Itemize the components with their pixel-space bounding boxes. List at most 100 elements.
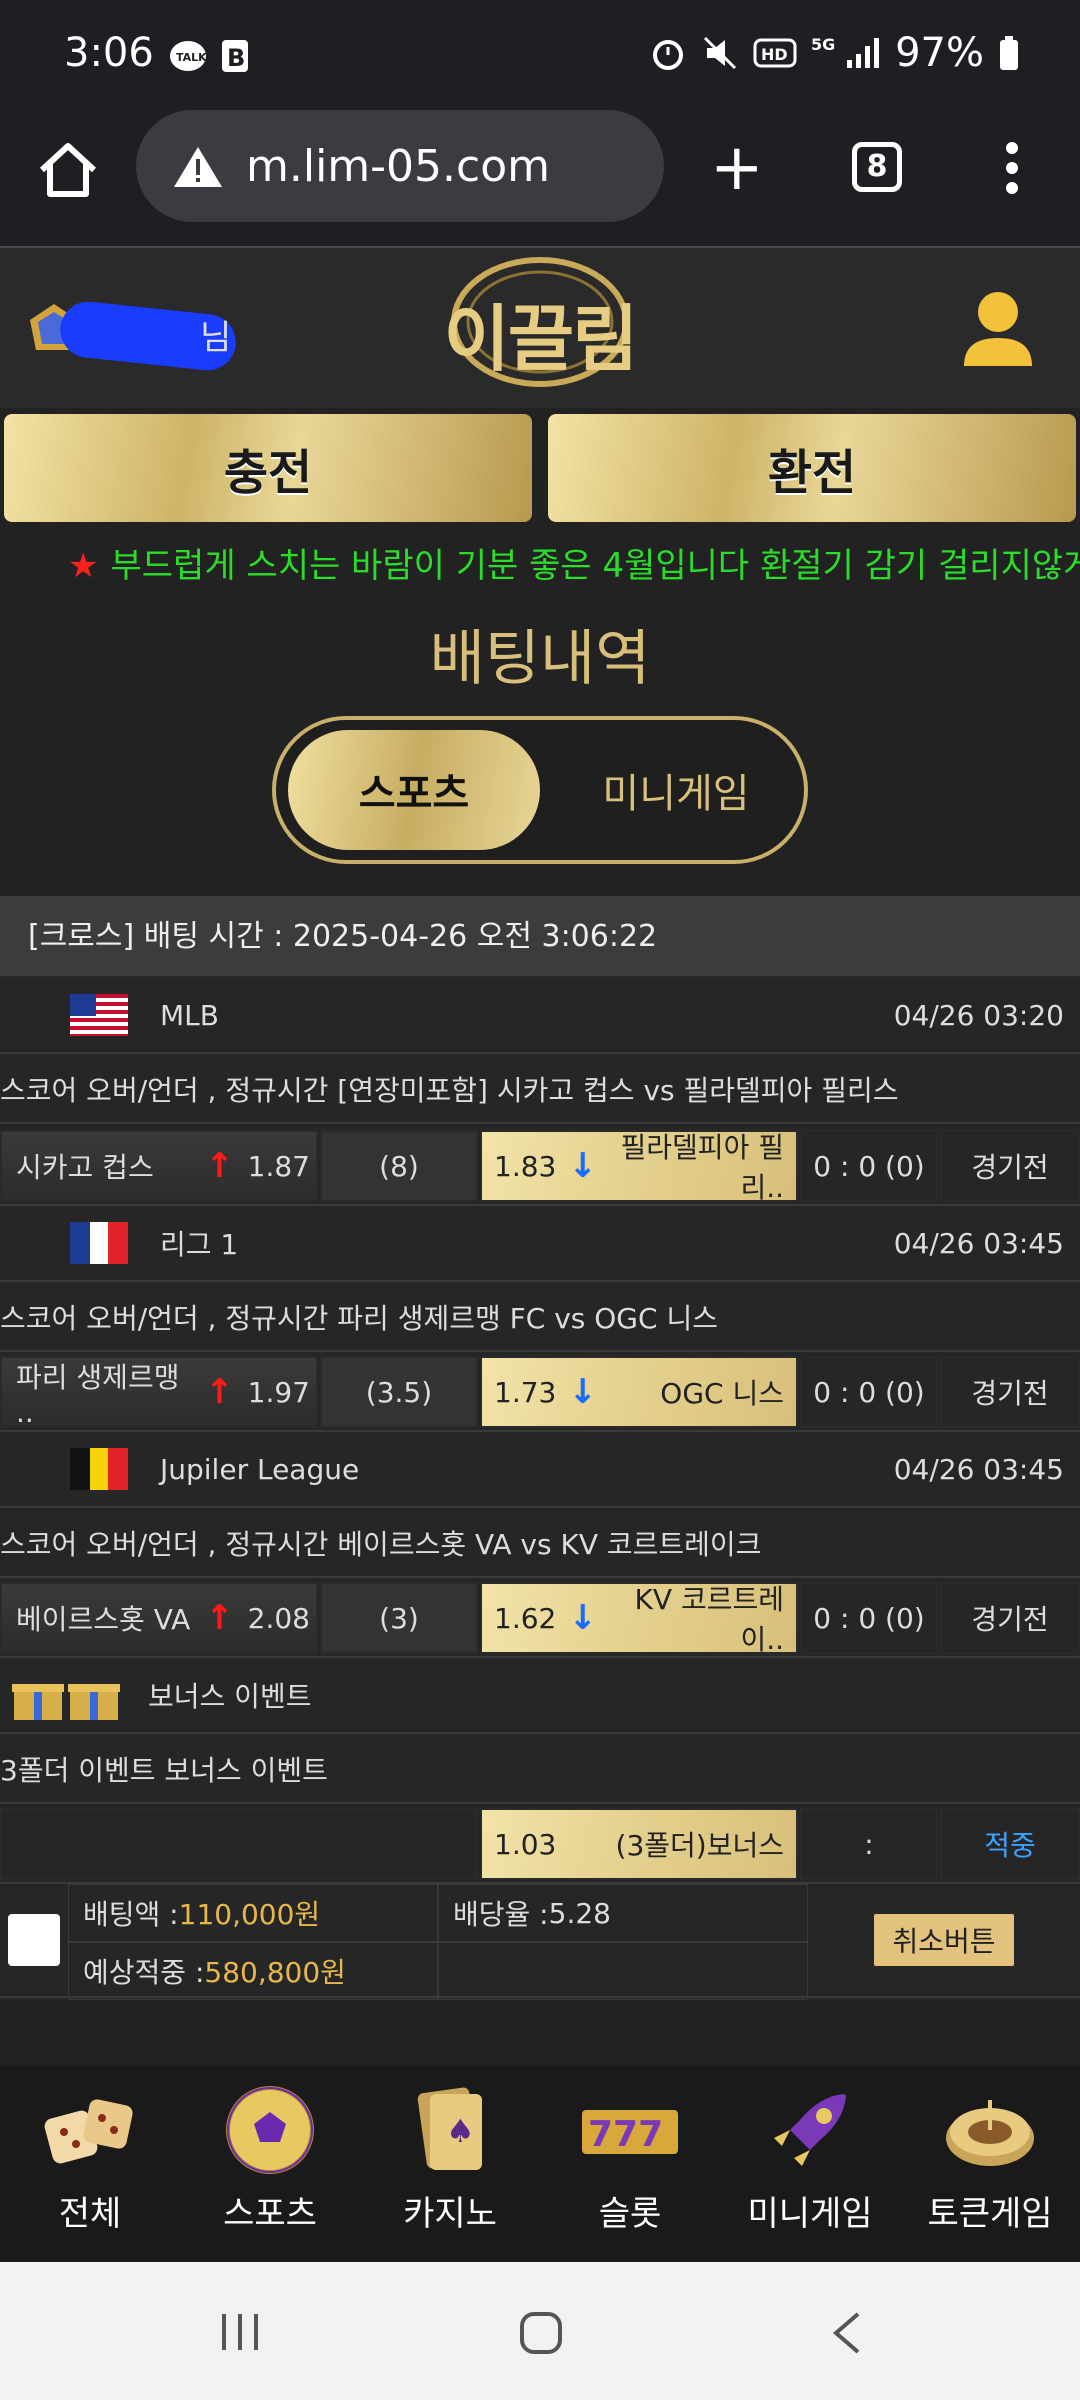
away-odds: 1.62 (494, 1601, 557, 1635)
stake-amount: 110,000원 (178, 1898, 321, 1931)
match-status: 경기전 (940, 1130, 1080, 1202)
bonus-label: 보너스 이벤트 (148, 1680, 312, 1713)
league-name: 리그 1 (160, 1228, 239, 1261)
alarm-icon (653, 40, 684, 70)
tab-minigame[interactable]: 미니게임 (560, 730, 792, 850)
svg-text:♠: ♠ (446, 2112, 475, 2150)
home-icon[interactable] (36, 140, 100, 200)
soccer-ball-icon (226, 2086, 314, 2174)
line-value[interactable]: (3.5) (320, 1356, 478, 1428)
logo-text[interactable]: 이끌림 (440, 280, 640, 385)
match-status: 경기전 (940, 1356, 1080, 1428)
rate-label: 배당율 : (453, 1898, 549, 1931)
home-odds: 1.97 (247, 1375, 310, 1409)
home-team-pick[interactable]: 파리 생제르맹 .. ↑ 1.97 (0, 1356, 318, 1429)
arrow-down-icon: ↓ (568, 1598, 597, 1638)
match-date: 04/26 03:45 (893, 1452, 1064, 1486)
hd-icon: HD (753, 38, 797, 68)
away-team-pick[interactable]: 1.73 ↓ OGC 니스 (480, 1356, 798, 1428)
league-name: Jupiler League (160, 1452, 360, 1486)
payout-rate: 5.28 (548, 1896, 611, 1930)
more-options-icon[interactable] (1002, 142, 1022, 194)
svg-text:5G: 5G (811, 35, 835, 54)
match-title: 스코어 오버/언더 , 정규시간 [연장미포함] 시카고 컵스 vs 필라델피아… (0, 1056, 1080, 1124)
nav-label: 카지노 (403, 2194, 497, 2234)
new-tab-icon[interactable]: + (710, 136, 764, 200)
username-suffix: 님 (200, 318, 232, 358)
nav-label: 미니게임 (747, 2194, 873, 2234)
battery-level: 97% (895, 30, 984, 76)
odds-row: 시카고 컵스 ↑ 1.87 (8) 1.83 ↓ 필라델피아 필리.. 0 : 0 (0… (0, 1126, 1080, 1206)
profile-icon[interactable] (960, 288, 1036, 368)
battery-icon (1000, 36, 1018, 70)
page-title: 배팅내역 (429, 624, 651, 694)
nav-item-all[interactable]: 전체 (0, 2066, 180, 2262)
nav-item-casino[interactable]: ♠ 카지노 (360, 2066, 540, 2262)
home-team-pick[interactable]: 베이르스홋 VA ↑ 2.08 (0, 1582, 318, 1654)
nav-item-minigame[interactable]: 미니게임 (720, 2066, 900, 2262)
match-status: 경기전 (940, 1582, 1080, 1654)
expected-win: 580,800원 (204, 1956, 346, 1989)
url-bar[interactable]: m.lim-05.com (136, 110, 664, 222)
tab-switcher-button[interactable]: 8 (852, 142, 902, 192)
odds-row: 파리 생제르맹 .. ↑ 1.97 (3.5) 1.73 ↓ OGC 니스 0 : 0 … (0, 1352, 1080, 1432)
belgium-flag-icon (70, 1448, 128, 1490)
nav-item-slot[interactable]: 777 슬롯 (540, 2066, 720, 2262)
slot-777-icon: 777 (582, 2110, 678, 2155)
mute-icon (704, 36, 737, 70)
select-checkbox[interactable] (8, 1914, 60, 1966)
league-row: 리그 1 04/26 03:45 (0, 1206, 1080, 1282)
bonus-score: : (800, 1808, 938, 1880)
cards-icon: ♠ (417, 2087, 482, 2170)
win-status: 적중 (940, 1808, 1080, 1880)
charge-button[interactable]: 충전 (4, 414, 532, 522)
away-team: KV 코르트레이.. (634, 1583, 784, 1656)
line-value[interactable]: (3) (320, 1582, 478, 1654)
bonus-title: 3폴더 이벤트 보너스 이벤트 (0, 1736, 1080, 1804)
cancel-bet-button[interactable]: 취소버튼 (874, 1914, 1014, 1966)
home-team: 파리 생제르맹 .. (16, 1360, 180, 1429)
line-value[interactable]: (8) (320, 1130, 478, 1202)
rate-cell: 배당율 : 5.28 (438, 1884, 808, 1942)
status-time: 3:06 (64, 30, 154, 76)
expected-cell: 예상적중 : 580,800원 (68, 1942, 438, 2000)
league-row: Jupiler League 04/26 03:45 (0, 1432, 1080, 1508)
league-name: MLB (160, 998, 219, 1032)
bonus-odds: 1.03 (494, 1827, 557, 1861)
home-nav-icon[interactable] (518, 2310, 564, 2356)
status-app-icons: TALK B (168, 38, 250, 74)
svg-text:HD: HD (761, 45, 788, 64)
nav-label: 전체 (58, 2194, 122, 2234)
gift-box-icon (12, 1684, 120, 1720)
home-team-pick[interactable]: 시카고 컵스 ↑ 1.87 (0, 1130, 318, 1202)
recent-apps-icon[interactable] (218, 2310, 262, 2354)
empty-cell (438, 1942, 808, 2000)
arrow-up-icon: ↑ (205, 1372, 234, 1412)
odds-row: 베이르스홋 VA ↑ 2.08 (3) 1.62 ↓ KV 코르트레이.. 0 : 0 … (0, 1578, 1080, 1658)
away-team: OGC 니스 (660, 1377, 784, 1410)
dice-icon (44, 2099, 133, 2164)
nav-label: 스포츠 (223, 2194, 317, 2234)
svg-text:B: B (227, 44, 245, 72)
url-text[interactable]: m.lim-05.com (246, 141, 550, 192)
bottom-nav: 전체 스포츠 ♠ 카지노 777 슬롯 미니게임 토큰게임 (0, 2066, 1080, 2262)
bonus-pick[interactable]: 1.03 (3폴더)보너스 (480, 1808, 798, 1880)
home-odds: 2.08 (247, 1601, 310, 1635)
bonus-odds-row: 1.03 (3폴더)보너스 : 적중 (0, 1804, 1080, 1884)
nav-item-sports[interactable]: 스포츠 (180, 2066, 360, 2262)
match-title: 스코어 오버/언더 , 정규시간 파리 생제르맹 FC vs OGC 니스 (0, 1284, 1080, 1352)
warning-icon[interactable] (172, 143, 224, 189)
away-team-pick[interactable]: 1.83 ↓ 필라델피아 필리.. (480, 1130, 798, 1204)
back-icon[interactable] (828, 2310, 864, 2356)
away-odds: 1.83 (494, 1149, 557, 1183)
tab-sports[interactable]: 스포츠 (288, 730, 540, 850)
nav-label: 토큰게임 (927, 2194, 1053, 2234)
arrow-down-icon: ↓ (568, 1372, 597, 1412)
status-bar: 3:06 TALK B HD 5G 97% (0, 0, 1080, 118)
nav-item-token-game[interactable]: 토큰게임 (900, 2066, 1080, 2262)
away-team-pick[interactable]: 1.62 ↓ KV 코르트레이.. (480, 1582, 798, 1656)
away-odds: 1.73 (494, 1375, 557, 1409)
bonus-row: 보너스 이벤트 (0, 1658, 1080, 1734)
exchange-button[interactable]: 환전 (548, 414, 1076, 522)
marquee-star-icon: ★ (68, 546, 99, 586)
